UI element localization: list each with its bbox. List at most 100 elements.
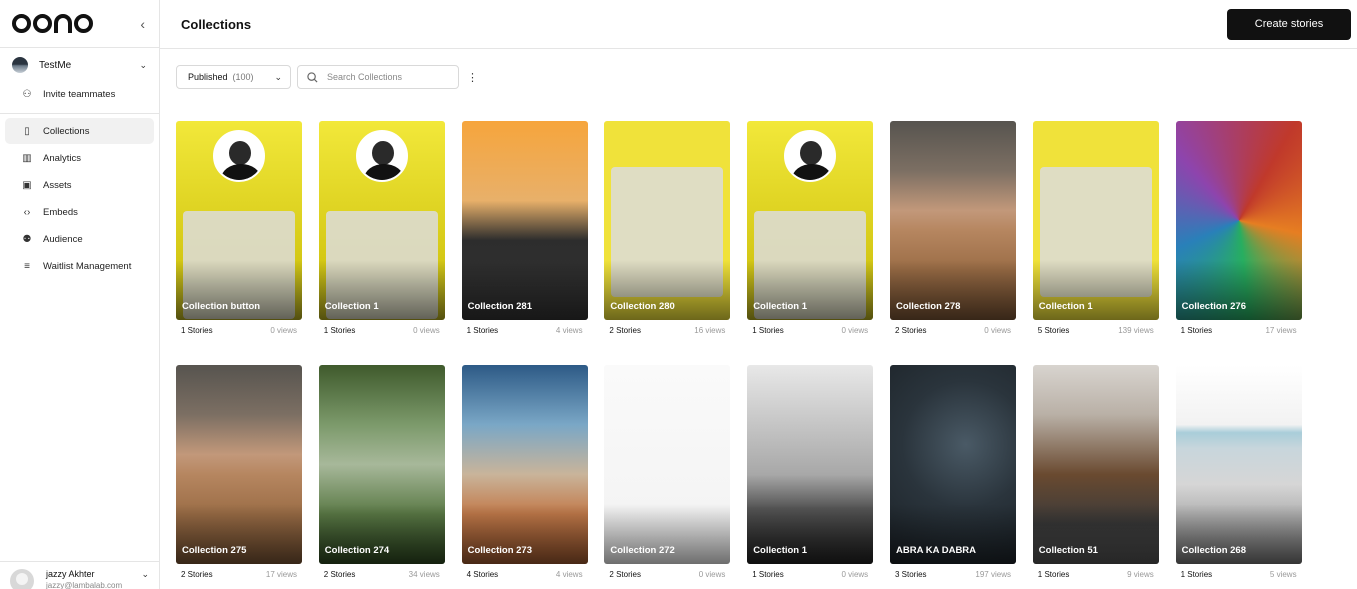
sidebar-item-assets[interactable]: ▣ Assets [5,172,154,198]
collection-meta: 1 Stories 4 views [462,326,588,335]
collection-thumbnail[interactable]: Collection 51 [1032,365,1159,564]
view-count: 4 views [555,326,583,335]
collection-thumbnail[interactable]: Collection 1 [747,121,874,320]
collection-thumbnail[interactable]: Collection 276 [1175,121,1302,320]
avatar [10,569,34,589]
collection-thumbnail[interactable]: Collection 1 [318,121,445,320]
story-count: 2 Stories [609,326,641,335]
collection-title: Collection 275 [182,545,247,556]
status-dropdown[interactable]: Published (100) ⌄ [176,65,291,89]
collection-thumbnail[interactable]: Collection button [176,121,302,320]
collection-card[interactable]: Collection 268 1 Stories 5 views [1175,365,1302,579]
more-options-icon[interactable]: ⋮ [467,71,478,84]
story-count: 2 Stories [609,570,641,579]
users-icon: ⚉ [22,233,32,245]
invite-label: Invite teammates [43,88,116,100]
view-count: 139 views [1118,326,1154,335]
story-count: 1 Stories [181,326,213,335]
sidebar-item-label: Collections [43,125,90,137]
view-count: 17 views [1265,326,1297,335]
bar-chart-icon: ▥ [22,152,32,164]
sidebar-item-label: Assets [43,179,72,191]
collection-thumbnail[interactable]: Collection 273 [461,365,588,564]
view-count: 17 views [265,570,297,579]
add-user-icon: ⚇ [22,88,32,100]
collection-card[interactable]: Collection 278 2 Stories 0 views [889,121,1016,335]
collection-card[interactable]: Collection 1 1 Stories 0 views [747,121,874,335]
filter-bar: Published (100) ⌄ ⋮ [160,49,1357,89]
collection-card[interactable]: Collection 51 1 Stories 9 views [1032,365,1159,579]
view-count: 0 views [270,326,297,335]
story-count: 1 Stories [466,326,499,335]
sidebar-item-embeds[interactable]: ‹› Embeds [5,199,154,225]
collection-card[interactable]: Collection 1 1 Stories 0 views [747,365,874,579]
story-count: 2 Stories [181,570,213,579]
collection-thumbnail[interactable]: Collection 1 [1032,121,1159,320]
workspace-name: TestMe [39,59,72,71]
collection-meta: 5 Stories 139 views [1033,326,1159,335]
collection-card[interactable]: Collection 1 5 Stories 139 views [1032,121,1159,335]
search-input[interactable] [327,72,447,82]
collection-card[interactable]: Collection 281 1 Stories 4 views [461,121,588,335]
view-count: 0 views [841,326,869,335]
sidebar-item-label: Embeds [43,206,78,218]
collection-title: Collection 274 [324,545,390,556]
story-count: 3 Stories [894,570,927,579]
collection-thumbnail[interactable]: Collection 268 [1175,365,1302,564]
sidebar-item-waitlist[interactable]: ≡ Waitlist Management [5,253,154,279]
collection-card[interactable]: Collection 274 2 Stories 34 views [318,365,445,579]
collection-thumbnail[interactable]: Collection 278 [889,121,1016,320]
user-menu[interactable]: jazzy Akhter jazzy@lambalab.com ⌄ [0,561,159,589]
collection-card[interactable]: Collection 1 1 Stories 0 views [318,121,445,335]
collection-card[interactable]: Collection 273 4 Stories 4 views [461,365,588,579]
view-count: 9 views [1127,570,1154,579]
user-email: jazzy@lambalab.com [46,581,123,589]
create-stories-button[interactable]: Create stories [1227,8,1351,40]
workspace-switcher[interactable]: TestMe ⌄ [0,49,159,81]
user-info: jazzy Akhter jazzy@lambalab.com [46,569,141,589]
page-title: Collections [181,16,252,32]
collection-title: Collection 1 [753,545,808,556]
collection-thumbnail[interactable]: Collection 272 [604,365,731,564]
collection-thumbnail[interactable]: Collection 274 [318,365,445,564]
collection-meta: 2 Stories 0 views [890,326,1016,335]
collapse-sidebar-icon[interactable]: ‹ [140,16,145,32]
collection-thumbnail[interactable]: ABRA KA DABRA [889,365,1016,564]
image-icon: ▣ [22,179,32,191]
collection-thumbnail[interactable]: Collection 281 [461,121,588,320]
collection-card[interactable]: ABRA KA DABRA 3 Stories 197 views [889,365,1016,579]
collection-meta: 1 Stories 0 views [176,326,302,335]
collection-thumbnail[interactable]: Collection 1 [747,365,874,564]
collection-card[interactable]: Collection 275 2 Stories 17 views [176,365,302,579]
collection-meta: 2 Stories 16 views [604,326,730,335]
sidebar-item-label: Audience [43,233,83,245]
collection-card[interactable]: Collection 272 2 Stories 0 views [604,365,731,579]
collection-title: Collection 276 [1181,301,1246,312]
view-count: 0 views [984,326,1011,335]
collection-meta: 3 Stories 197 views [890,570,1016,579]
story-count: 2 Stories [323,570,356,579]
collection-title: Collection 51 [1038,545,1098,556]
collection-card[interactable]: Collection 280 2 Stories 16 views [604,121,731,335]
main-content: Collections Create stories Published (10… [160,0,1357,589]
invite-teammates-button[interactable]: ⚇ Invite teammates [5,81,154,107]
collection-thumbnail[interactable]: Collection 280 [604,121,731,320]
collection-card[interactable]: Collection button 1 Stories 0 views [176,121,302,335]
collection-thumbnail[interactable]: Collection 275 [176,365,302,564]
sidebar-item-analytics[interactable]: ▥ Analytics [5,145,154,171]
collections-grid: Collection button 1 Stories 0 views Collect… [176,121,1302,579]
search-icon [307,71,318,83]
sidebar-item-audience[interactable]: ⚉ Audience [5,226,154,252]
oono-logo[interactable] [12,14,95,33]
story-count: 1 Stories [1037,570,1070,579]
collection-title: Collection 1 [1038,301,1093,312]
sidebar-item-label: Analytics [43,152,82,164]
story-count: 1 Stories [1180,326,1213,335]
book-icon: ▯ [24,125,30,137]
view-count: 0 views [698,570,726,579]
collection-meta: 2 Stories 34 views [319,570,445,579]
collection-card[interactable]: Collection 276 1 Stories 17 views [1175,121,1302,335]
collection-meta: 1 Stories 5 views [1176,570,1302,579]
search-box[interactable] [297,65,459,89]
sidebar-item-collections[interactable]: ▯ Collections [5,118,154,144]
